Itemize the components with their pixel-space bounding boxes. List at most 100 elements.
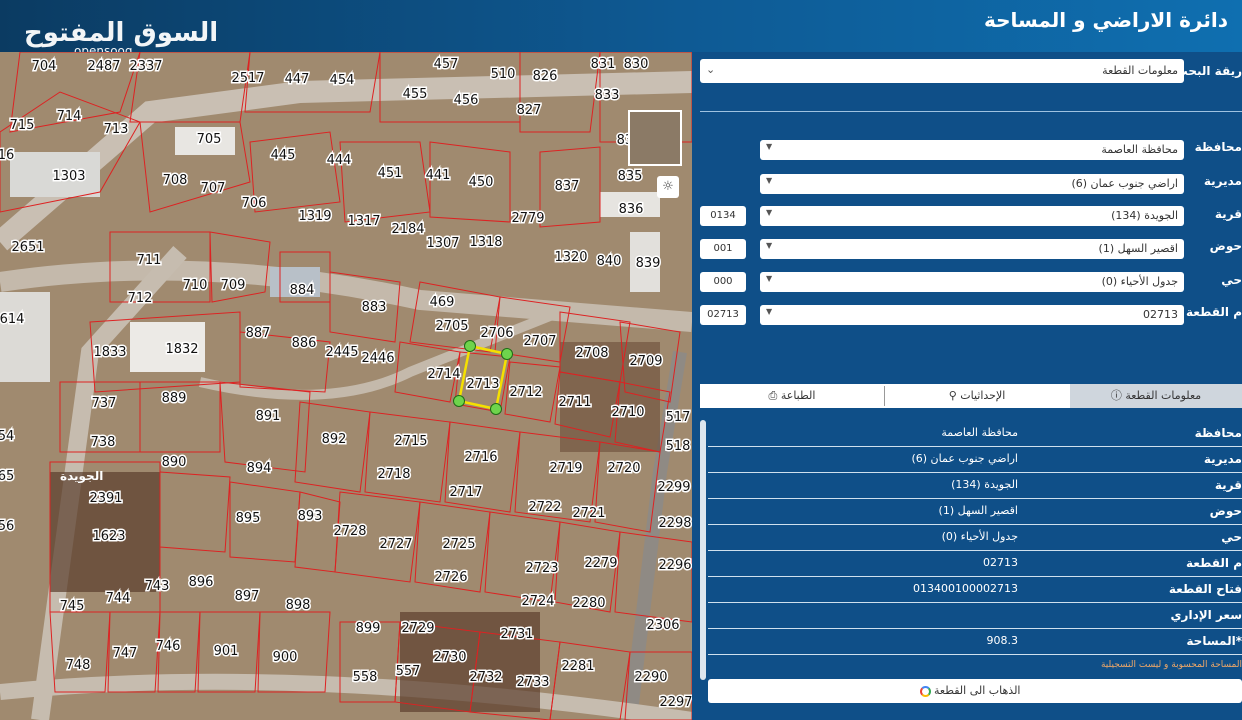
parcel-number-label: 2281 <box>561 659 594 674</box>
parcel-number-label: 447 <box>285 72 310 87</box>
parcel-number-label: 709 <box>221 278 246 293</box>
parcel-number-label: 2290 <box>634 670 667 685</box>
parcel-number-label: 469 <box>430 295 455 310</box>
parcel-number-label: 895 <box>236 511 261 526</box>
parcel-number-label: 2720 <box>607 461 640 476</box>
info-key: سعر الإداري <box>1170 608 1242 622</box>
parcel-number-label: 2731 <box>500 627 533 642</box>
tab-print[interactable]: ⎙ الطباعة <box>700 384 884 408</box>
map-canvas[interactable]: 704 2487 2337 2517 447 454 457 510 826 831 830 714 7… <box>0 52 692 720</box>
info-key: حي <box>1221 530 1242 544</box>
parcel-select[interactable]: 02713 ▼ <box>760 305 1184 325</box>
tab-parcel-info[interactable]: ⓘ معلومات القطعة <box>1070 384 1242 408</box>
parcel-number-label: 897 <box>235 589 260 604</box>
directorate-value: اراضي جنوب عمان (6) <box>1071 177 1178 190</box>
info-key: مديرية <box>1203 452 1242 466</box>
parcel-number-label: 830 <box>624 57 649 72</box>
google-icon <box>919 686 931 697</box>
info-key: م القطعة <box>1186 556 1242 570</box>
parcel-number-label: 517 <box>666 410 691 425</box>
parcel-number-label: 1318 <box>469 235 502 250</box>
parcel-number-label: 899 <box>356 621 381 636</box>
row-divider <box>708 524 1242 525</box>
parcel-number-label: 738 <box>91 435 116 450</box>
vertex-handle[interactable] <box>464 340 476 352</box>
parcel-number-label: 748 <box>66 658 91 673</box>
parcel-number-label: 2711 <box>558 395 591 410</box>
goto-parcel-button[interactable]: الذهاب الى القطعة <box>708 679 1242 703</box>
village-code-input[interactable]: 0134 <box>700 206 746 226</box>
sun-icon[interactable]: ☼ <box>657 176 679 198</box>
parcel-number-label: 2709 <box>629 354 662 369</box>
village-label: قرية <box>1214 207 1242 221</box>
parcel-number-label: 1319 <box>298 209 331 224</box>
parcel-number-label: 2296 <box>658 558 691 573</box>
parcel-number-label: 714 <box>57 109 82 124</box>
parcel-number-label: 745 <box>60 599 85 614</box>
parcel-number-label: 889 <box>162 391 187 406</box>
info-value: محافظة العاصمة <box>941 426 1018 439</box>
parcel-number-label: 737 <box>92 396 117 411</box>
tab-coordinates[interactable]: ⚲ الإحداثيات <box>885 384 1069 408</box>
parcel-number-label: 831 <box>591 57 616 72</box>
parcel-number-label: 455 <box>403 87 428 102</box>
info-value: 908.3 <box>986 634 1019 647</box>
row-divider <box>708 498 1242 499</box>
parcel-number-label: 2722 <box>528 500 561 515</box>
row-divider <box>708 602 1242 603</box>
chevron-down-icon: ▼ <box>766 307 773 316</box>
parcel-number-label: 747 <box>113 646 138 661</box>
info-value: 013400100002713 <box>913 582 1018 595</box>
neighborhood-code-input[interactable]: 000 <box>700 272 746 292</box>
tab-parcel-info-label: معلومات القطعة <box>1125 389 1202 402</box>
scrollbar[interactable] <box>700 420 706 680</box>
parcel-number-label: 1320 <box>554 250 587 265</box>
village-select[interactable]: الجويدة (134) ▼ <box>760 206 1184 226</box>
basemap-thumbnail[interactable] <box>628 110 682 166</box>
parcel-number-label: 898 <box>286 598 311 613</box>
row-divider <box>708 550 1242 551</box>
parcel-code-input[interactable]: 02713 <box>700 305 746 325</box>
directorate-select[interactable]: اراضي جنوب عمان (6) ▼ <box>760 174 1184 194</box>
parcel-number-label: 837 <box>555 179 580 194</box>
parcel-number-label: 456 <box>454 93 479 108</box>
basin-code-input[interactable]: 001 <box>700 239 746 259</box>
parcel-number-label: 836 <box>619 202 644 217</box>
parcel-number-label: 744 <box>106 591 131 606</box>
governorate-select[interactable]: محافظة العاصمة ▼ <box>760 140 1184 160</box>
parcel-number-label: 2651 <box>11 240 44 255</box>
parcel-number-label: 890 <box>162 455 187 470</box>
parcel-number-label: 2712 <box>509 385 542 400</box>
parcel-number-label: 2732 <box>469 670 502 685</box>
search-method-select[interactable]: معلومات القطعة ⌄ <box>700 59 1184 83</box>
parcel-number-label: 444 <box>327 153 352 168</box>
parcel-number-label: 2391 <box>89 491 122 506</box>
info-value: اراضي جنوب عمان (6) <box>911 452 1018 465</box>
parcel-number-label: 2726 <box>434 570 467 585</box>
info-value: اقصير السهل (1) <box>938 504 1018 517</box>
map-view[interactable]: 704 2487 2337 2517 447 454 457 510 826 831 830 714 7… <box>0 52 692 720</box>
divider <box>700 111 1242 112</box>
vertex-handle[interactable] <box>501 348 513 360</box>
tab-bar: ⎙ الطباعة ⚲ الإحداثيات ⓘ معلومات القطعة <box>700 384 1242 408</box>
info-key: المساحة* <box>1186 634 1242 648</box>
parcel-number-label: 826 <box>533 69 558 84</box>
parcel-info-table: محافظة محافظة العاصمة مديرية اراضي جنوب … <box>708 420 1242 658</box>
parcel-number-label: 558 <box>353 670 378 685</box>
parcel-number-label: 2716 <box>464 450 497 465</box>
parcel-number-label: 65 <box>0 469 14 484</box>
parcel-number-label: 833 <box>595 88 620 103</box>
parcel-number-label: 2706 <box>480 326 513 341</box>
page-title: دائرة الاراضي و المساحة <box>983 8 1228 32</box>
parcel-number-label: 2715 <box>394 434 427 449</box>
neighborhood-select[interactable]: جدول الأحياء (0) ▼ <box>760 272 1184 292</box>
vertex-handle[interactable] <box>453 395 465 407</box>
parcel-number-label: 445 <box>271 148 296 163</box>
parcel-number-label: 2718 <box>377 467 410 482</box>
parcel-number-label: 2445 <box>325 345 358 360</box>
parcel-number-label: 56 <box>0 519 14 534</box>
vertex-handle[interactable] <box>490 403 502 415</box>
basin-select[interactable]: اقصير السهل (1) ▼ <box>760 239 1184 259</box>
parcel-number-label: 2708 <box>575 346 608 361</box>
village-value: الجويدة (134) <box>1111 209 1178 222</box>
